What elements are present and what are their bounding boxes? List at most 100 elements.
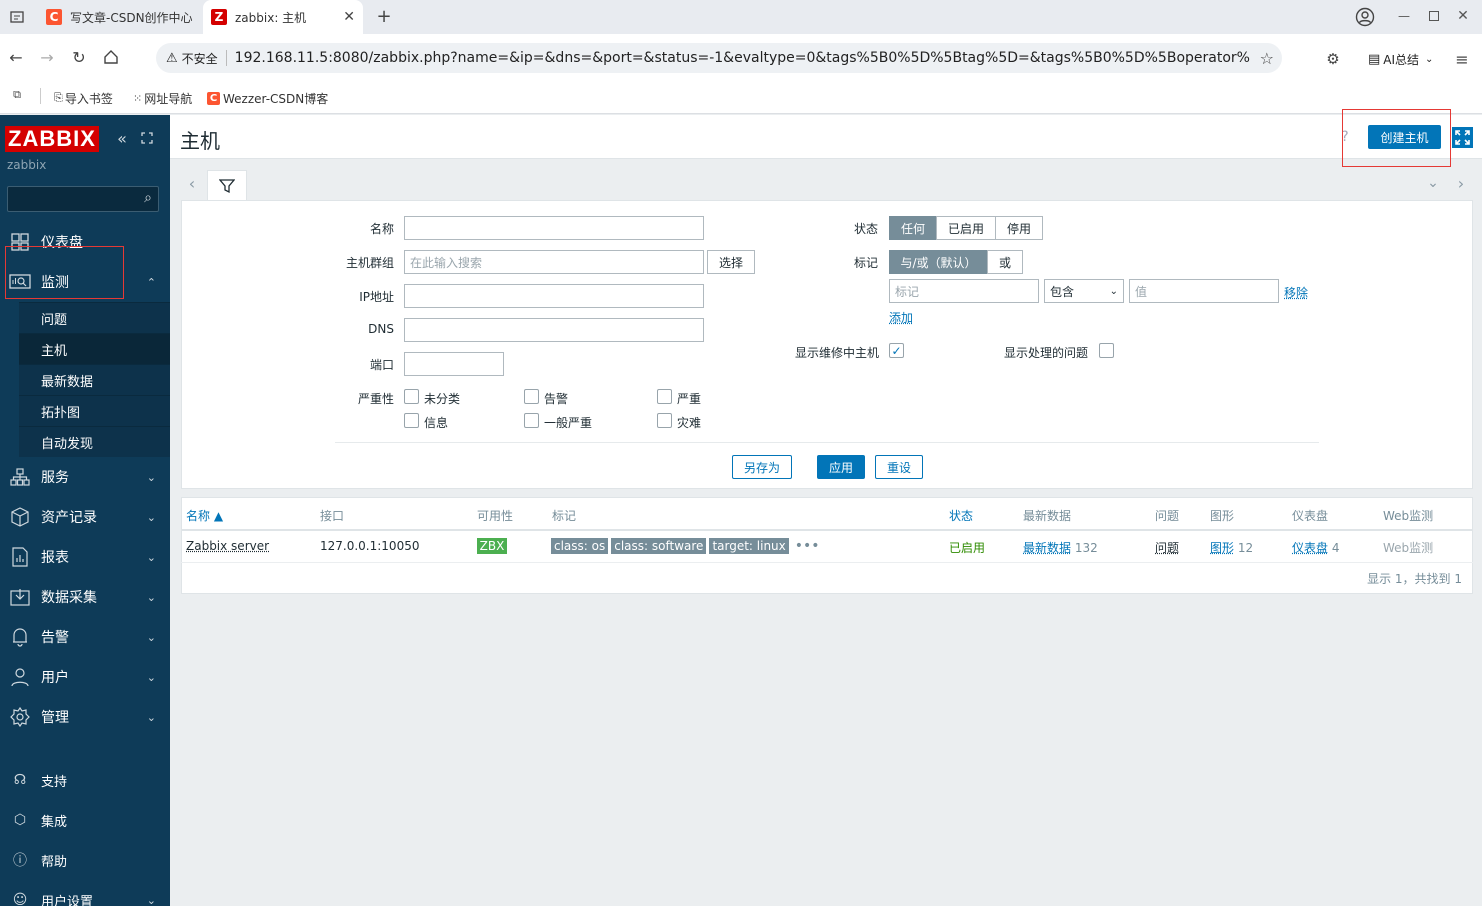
forward-icon[interactable]: → — [37, 47, 57, 67]
chevron-down-icon[interactable]: ⌄ — [1424, 174, 1442, 192]
sidebar-item-users[interactable]: 用户 ⌄ — [0, 657, 170, 697]
sidebar-item-services[interactable]: 服务 ⌄ — [0, 457, 170, 497]
tag-eval-or-toggle[interactable]: 或 — [987, 250, 1023, 274]
sidebar-item-help[interactable]: ⓘ 帮助 — [0, 840, 170, 880]
severity-checkbox[interactable] — [524, 413, 539, 428]
annotation-highlight-box — [5, 246, 124, 299]
column-header-status[interactable]: 状态 — [949, 507, 973, 524]
extensions-icon[interactable]: ⚙ — [1323, 49, 1343, 69]
tag-name-input[interactable]: 标记 — [889, 279, 1039, 303]
tag-badge[interactable]: target: linux — [709, 538, 789, 554]
kiosk-icon[interactable] — [138, 129, 156, 147]
minimize-icon[interactable]: — — [1396, 8, 1412, 24]
severity-checkbox[interactable] — [404, 413, 419, 428]
dns-label: DNS — [368, 322, 394, 336]
close-window-icon[interactable]: ✕ — [1455, 8, 1471, 24]
select-button[interactable]: 选择 — [707, 250, 755, 274]
sidebar-item-user-settings[interactable]: ☺ 用户设置 ⌄ — [0, 880, 170, 906]
sidebar-item-administration[interactable]: 管理 ⌄ — [0, 697, 170, 737]
status-enabled-toggle[interactable]: 已启用 — [936, 216, 996, 240]
maximize-icon[interactable] — [1426, 8, 1442, 24]
host-status[interactable]: 已启用 — [949, 539, 985, 556]
host-name-link[interactable]: Zabbix server — [186, 539, 269, 553]
tab-csdn[interactable]: C 写文章-CSDN创作中心 — [38, 0, 202, 34]
severity-checkbox[interactable] — [657, 389, 672, 404]
reset-button[interactable]: 重设 — [875, 455, 923, 479]
name-input[interactable] — [404, 216, 704, 240]
sidebar-subitem-discovery[interactable]: 自动发现 — [19, 426, 170, 457]
sidebar-subitem-hosts[interactable]: 主机 — [19, 333, 170, 364]
more-tags-icon[interactable]: ••• — [795, 538, 820, 554]
bookmark-csdn[interactable]: C Wezzer-CSDN博客 — [207, 88, 328, 108]
graphs-link[interactable]: 图形 — [1210, 541, 1234, 555]
home-icon[interactable] — [101, 47, 121, 67]
apply-button[interactable]: 应用 — [817, 455, 865, 479]
chevron-right-icon[interactable]: › — [1454, 174, 1468, 193]
close-tab-icon[interactable]: ✕ — [343, 9, 355, 25]
zabbix-logo[interactable]: ZABBIX — [5, 126, 99, 152]
column-header-latest-data: 最新数据 — [1023, 509, 1072, 523]
reload-icon[interactable]: ↻ — [69, 47, 89, 67]
dashboards-link[interactable]: 仪表盘 — [1292, 541, 1328, 555]
tab-label: zabbix: 主机 — [235, 10, 307, 25]
tag-badge[interactable]: class: os — [551, 538, 609, 554]
save-as-button[interactable]: 另存为 — [732, 455, 792, 479]
tag-value-input[interactable]: 值 — [1129, 279, 1279, 303]
profile-icon[interactable] — [1354, 6, 1376, 28]
column-header-availability: 可用性 — [477, 509, 514, 523]
sidebar-subitem-problems[interactable]: 问题 — [19, 302, 170, 333]
hostgroup-input[interactable]: 在此输入搜索 — [404, 250, 704, 274]
sidebar-item-support[interactable]: ☊ 支持 — [0, 760, 170, 800]
tag-badge[interactable]: class: software — [611, 538, 707, 554]
availability-badge[interactable]: ZBX — [477, 538, 507, 554]
sidebar-search-input[interactable]: ⌕ — [7, 186, 159, 212]
tab-group-icon[interactable]: ⧉ — [10, 88, 24, 102]
sidebar-subitem-maps[interactable]: 拓扑图 — [19, 395, 170, 426]
separator — [40, 88, 41, 104]
search-icon[interactable]: ⌕ — [144, 190, 152, 206]
port-input[interactable] — [404, 352, 504, 376]
sidebar-item-reports[interactable]: 报表 ⌄ — [0, 537, 170, 577]
back-icon[interactable]: ← — [6, 47, 26, 67]
show-suppressed-checkbox[interactable] — [1099, 343, 1114, 358]
subitem-label: 自动发现 — [41, 436, 94, 452]
severity-checkbox[interactable] — [524, 389, 539, 404]
ai-summary-button[interactable]: ▤ AI总结 ⌄ — [1368, 49, 1433, 69]
tag-eval-andor-toggle[interactable]: 与/或（默认） — [889, 250, 988, 274]
tag-operator-select[interactable]: 包含 ⌄ — [1044, 279, 1124, 303]
status-any-toggle[interactable]: 任何 — [889, 216, 937, 240]
tab-actions-icon[interactable] — [8, 8, 26, 26]
filter-tab[interactable] — [207, 170, 247, 201]
chevron-down-icon: ⌄ — [1109, 285, 1118, 297]
dns-input[interactable] — [404, 318, 704, 342]
browser-menu-icon[interactable]: ≡ — [1452, 49, 1472, 69]
tab-zabbix[interactable]: Z zabbix: 主机 ✕ — [203, 0, 363, 34]
sidebar-item-inventory[interactable]: 资产记录 ⌄ — [0, 497, 170, 537]
severity-option-label: 告警 — [544, 392, 569, 406]
column-header-name[interactable]: 名称 ▲ — [186, 507, 223, 524]
bookmark-nav[interactable]: ⁙ 网址导航 — [133, 88, 192, 108]
add-tag-link[interactable]: 添加 — [889, 309, 913, 326]
bookmark-star-icon[interactable]: ☆ — [1260, 49, 1274, 68]
problems-link[interactable]: 问题 — [1155, 539, 1179, 556]
severity-checkbox[interactable] — [404, 389, 419, 404]
browser-tab-bar: C 写文章-CSDN创作中心 Z zabbix: 主机 ✕ + — ✕ — [0, 0, 1482, 34]
fullscreen-icon[interactable] — [1452, 127, 1473, 148]
sidebar-item-alerts[interactable]: 告警 ⌄ — [0, 617, 170, 657]
remove-tag-link[interactable]: 移除 — [1284, 284, 1308, 301]
sidebar-subitem-latest-data[interactable]: 最新数据 — [19, 364, 170, 395]
sidebar-item-integrations[interactable]: ⬡ 集成 — [0, 800, 170, 840]
url-field[interactable]: ⚠ 不安全 192.168.11.5:8080/zabbix.php?name=… — [156, 43, 1282, 73]
show-maintenance-checkbox[interactable]: ✓ — [889, 343, 904, 358]
integrations-icon: ⬡ — [13, 812, 27, 828]
chevron-left-icon[interactable]: ‹ — [185, 174, 199, 193]
severity-checkbox[interactable] — [657, 413, 672, 428]
latest-data-link[interactable]: 最新数据 — [1023, 541, 1071, 555]
severity-option-label: 未分类 — [424, 392, 461, 406]
status-disabled-toggle[interactable]: 停用 — [995, 216, 1043, 240]
new-tab-icon[interactable]: + — [374, 6, 394, 27]
bookmark-import[interactable]: ⎘ 导入书签 — [54, 88, 113, 108]
sidebar-item-data-collection[interactable]: 数据采集 ⌄ — [0, 577, 170, 617]
ip-input[interactable] — [404, 284, 704, 308]
collapse-sidebar-icon[interactable]: « — [113, 129, 131, 148]
